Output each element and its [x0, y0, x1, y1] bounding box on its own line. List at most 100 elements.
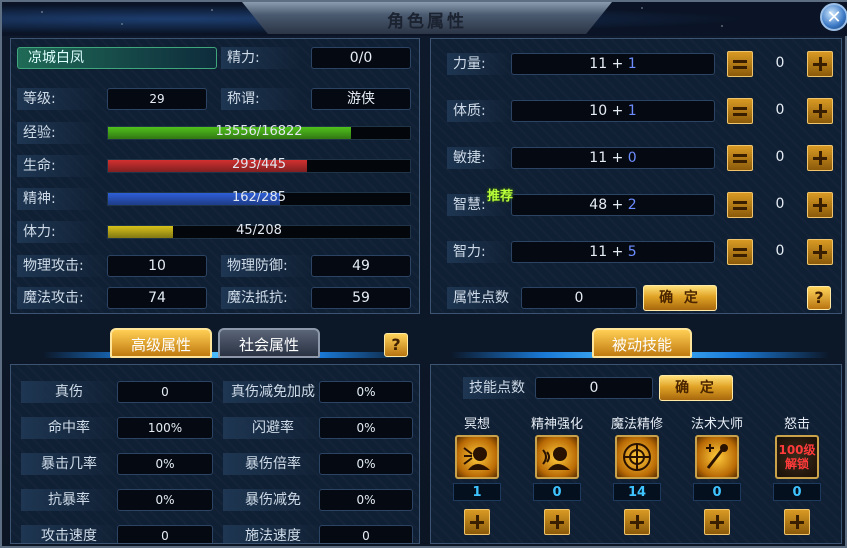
mag-res-label: 魔法抵抗:: [221, 287, 311, 309]
level-label: 等级:: [17, 88, 97, 110]
adv-label-2: 真伤减免加成: [223, 381, 323, 403]
phys-atk-value: 10: [107, 255, 207, 277]
character-name: 凉城白凤: [17, 47, 217, 69]
title-value: 游侠: [311, 88, 411, 110]
adv-value-2: 0%: [319, 417, 413, 439]
attr-plus-button[interactable]: [807, 145, 833, 171]
tab-passive-skills[interactable]: 被动技能: [592, 328, 692, 358]
skill-plus-button[interactable]: [784, 509, 810, 535]
attr-value: 11 + 0: [511, 147, 715, 169]
help-button-right[interactable]: ?: [807, 286, 831, 310]
advanced-attributes-panel: 真伤 0 真伤减免加成 0% 命中率 100% 闪避率 0% 暴击几率 0% 暴伤倍…: [10, 364, 420, 544]
hp-text: 293/445: [231, 157, 286, 172]
character-window: 角色属性 ✕ 凉城白凤 精力: 0/0 等级: 29 称谓: 游侠 经验: 13…: [0, 0, 847, 548]
help-button-left[interactable]: ?: [384, 333, 408, 357]
attr-label: 智力:: [447, 241, 509, 263]
adv-value-2: 0%: [319, 381, 413, 403]
mag-atk-label: 魔法攻击:: [17, 287, 107, 309]
skill-name: 精神强化: [530, 417, 583, 432]
attr-value: 48 + 2: [511, 194, 715, 216]
spell-master-icon[interactable]: [695, 435, 739, 479]
skill-plus-button[interactable]: [544, 509, 570, 535]
close-button[interactable]: ✕: [820, 3, 847, 31]
attr-plus-button[interactable]: [807, 192, 833, 218]
mp-text: 162/285: [231, 190, 286, 205]
adv-label: 命中率: [21, 417, 117, 439]
passive-skills-panel: 技能点数 0 确 定 冥想 1 精神强化 0 魔法精修 14 法术大师 0 怒击…: [430, 364, 842, 544]
adv-label-2: 暴伤倍率: [223, 453, 323, 475]
hp-bar: 293/445: [107, 157, 411, 173]
adv-value: 0%: [117, 453, 213, 475]
attr-points: 0: [775, 243, 785, 259]
mag-res-value: 59: [311, 287, 411, 309]
spirit-icon[interactable]: [535, 435, 579, 479]
attr-minus-button[interactable]: [727, 192, 753, 218]
adv-value: 0%: [117, 489, 213, 511]
adv-label: 攻击速度: [21, 525, 117, 543]
attr-minus-button[interactable]: [727, 239, 753, 265]
skill-name: 魔法精修: [610, 417, 663, 432]
attr-points: 0: [775, 196, 785, 212]
skill-points-value: 0: [535, 377, 653, 399]
adv-label: 暴击几率: [21, 453, 117, 475]
locked-icon[interactable]: 100级解锁: [775, 435, 819, 479]
skill-count: 1: [453, 483, 501, 501]
mp-bar: 162/285: [107, 190, 411, 206]
phys-def-label: 物理防御:: [221, 255, 311, 277]
recommend-tag: 推荐: [487, 189, 514, 204]
adv-label: 抗暴率: [21, 489, 117, 511]
level-value: 29: [107, 88, 207, 110]
attr-minus-button[interactable]: [727, 51, 753, 77]
adv-label-2: 闪避率: [223, 417, 323, 439]
title-bar[interactable]: 角色属性: [2, 2, 847, 36]
exp-label: 经验:: [17, 122, 97, 144]
energy-label: 精力:: [221, 47, 301, 69]
mag-atk-value: 74: [107, 287, 207, 309]
phys-atk-label: 物理攻击:: [17, 255, 107, 277]
energy-value: 0/0: [311, 47, 411, 69]
attr-points: 0: [775, 149, 785, 165]
attr-label: 力量:: [447, 53, 509, 75]
skill-count: 0: [773, 483, 821, 501]
adv-label-2: 施法速度: [223, 525, 323, 543]
attr-minus-button[interactable]: [727, 98, 753, 124]
attr-points: 0: [775, 55, 785, 71]
title-label: 称谓:: [221, 88, 301, 110]
skill-locked-text: 100级解锁: [778, 443, 816, 471]
magic-icon[interactable]: [615, 435, 659, 479]
adv-value-2: 0%: [319, 453, 413, 475]
attr-points: 0: [775, 102, 785, 118]
adv-value-2: 0%: [319, 489, 413, 511]
adv-value-2: 0: [319, 525, 413, 543]
attr-plus-button[interactable]: [807, 239, 833, 265]
adv-value: 0: [117, 525, 213, 543]
attr-label: 敏捷:: [447, 147, 509, 169]
attr-value: 10 + 1: [511, 100, 715, 122]
skill-plus-button[interactable]: [624, 509, 650, 535]
basic-stats-panel: 凉城白凤 精力: 0/0 等级: 29 称谓: 游侠 经验: 13556/168…: [10, 38, 420, 314]
attr-plus-button[interactable]: [807, 98, 833, 124]
skill-plus-button[interactable]: [704, 509, 730, 535]
attr-confirm-button[interactable]: 确 定: [643, 285, 717, 311]
skill-plus-button[interactable]: [464, 509, 490, 535]
skill-confirm-button[interactable]: 确 定: [659, 375, 733, 401]
stamina-bar: 45/208: [107, 223, 411, 239]
attr-points-value: 0: [521, 287, 637, 309]
attr-value: 11 + 1: [511, 53, 715, 75]
meditation-icon[interactable]: [455, 435, 499, 479]
adv-value: 0: [117, 381, 213, 403]
window-title: 角色属性: [387, 12, 467, 32]
skill-name: 法术大师: [690, 417, 743, 432]
attr-plus-button[interactable]: [807, 51, 833, 77]
skill-name: 怒击: [783, 417, 810, 432]
tab-social-attributes[interactable]: 社会属性: [218, 328, 320, 358]
exp-text: 13556/16822: [215, 124, 303, 139]
attr-value: 11 + 5: [511, 241, 715, 263]
tab-advanced-attributes[interactable]: 高级属性: [110, 328, 212, 358]
exp-bar: 13556/16822: [107, 124, 411, 140]
attr-minus-button[interactable]: [727, 145, 753, 171]
attr-points-label: 属性点数: [447, 287, 517, 309]
attr-label: 体质:: [447, 100, 509, 122]
adv-label: 真伤: [21, 381, 117, 403]
attribute-points-panel: 力量: 11 + 1 0 体质: 10 + 1 0 敏捷: 11 + 0 0 智…: [430, 38, 842, 314]
